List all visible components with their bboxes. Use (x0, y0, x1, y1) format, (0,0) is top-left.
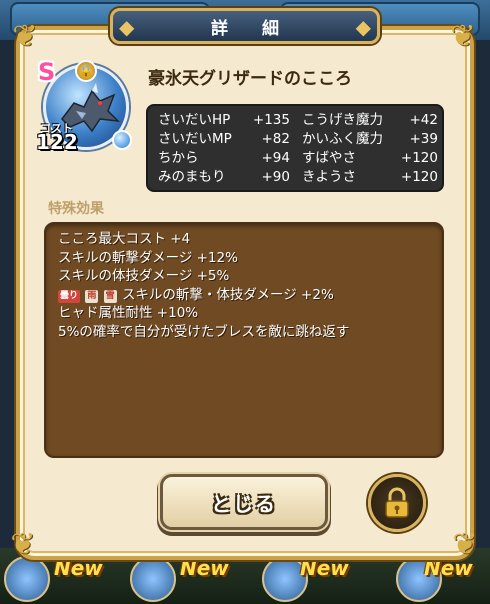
effect-line: スキルの体技ダメージ +5% (58, 268, 230, 285)
stat-name: みのまもり (158, 169, 226, 185)
lock-icon: 🔒 (75, 60, 97, 82)
corner-ornament-icon: ❦ (10, 527, 36, 562)
stat-value: +42 (409, 112, 439, 128)
effect-line: 5%の確率で自分が受けたブレスを敵に跳ね返す (58, 323, 350, 340)
stat-value: +120 (400, 150, 438, 166)
stat-name: さいだいMP (158, 131, 232, 147)
corner-ornament-icon: ❦ (12, 19, 38, 54)
close-button-label: とじる (211, 491, 277, 516)
stat-value: +82 (261, 131, 291, 147)
special-effects-title: 特殊効果 (48, 201, 104, 217)
stat-value: +135 (252, 112, 290, 128)
special-effects-box: こころ最大コスト +4 スキルの斬撃ダメージ +12% スキルの体技ダメージ +… (44, 222, 444, 458)
title-ornament-icon: ◆ (119, 15, 135, 39)
stat-value: +120 (400, 169, 438, 185)
corner-ornament-icon: ❦ (452, 527, 478, 562)
dialog-title: 詳 細 (211, 18, 293, 39)
cost-value: 122 (36, 130, 78, 154)
cloudy-condition-tag: 曇り (58, 289, 81, 303)
effect-line: こころ最大コスト +4 (58, 231, 191, 247)
close-button[interactable]: とじる (160, 474, 328, 530)
stat-name: こうげき魔力 (302, 112, 383, 128)
stat-value: +39 (409, 131, 439, 147)
stat-name: さいだいHP (158, 112, 231, 128)
background-heart-thumb (4, 556, 50, 602)
ice-element-icon (112, 130, 132, 150)
effect-text: スキルの斬撃・体技ダメージ +2% (121, 286, 334, 303)
effect-line: スキルの斬撃ダメージ +12% (58, 249, 238, 266)
stats-box: さいだいHP +135 こうげき魔力 +42 さいだいMP +82 かいふく魔力… (146, 104, 444, 192)
stat-value: +94 (261, 150, 291, 166)
dialog-title-plate: ◆ 詳 細 ◆ (110, 8, 380, 44)
heart-name: 豪氷天グリザードのこころ (148, 69, 352, 89)
stat-value: +90 (261, 169, 291, 185)
title-ornament-icon: ◆ (355, 15, 371, 39)
rain-condition-tag: 雨 (85, 289, 99, 303)
snow-condition-tag: 雪 (103, 289, 117, 303)
stat-name: すばやさ (302, 150, 356, 166)
stat-name: ちから (158, 150, 199, 166)
effect-line: ヒャド属性耐性 +10% (58, 305, 199, 322)
stat-name: かいふく魔力 (302, 131, 383, 147)
lock-icon (385, 487, 409, 518)
corner-ornament-icon: ❦ (450, 19, 476, 54)
stat-name: きようさ (302, 169, 356, 185)
rank-badge: S (38, 58, 56, 86)
lock-button[interactable] (368, 474, 426, 532)
background-heart-thumb (130, 556, 176, 602)
effect-line-conditional: 曇り 雨 雪 スキルの斬撃・体技ダメージ +2% (58, 286, 430, 305)
